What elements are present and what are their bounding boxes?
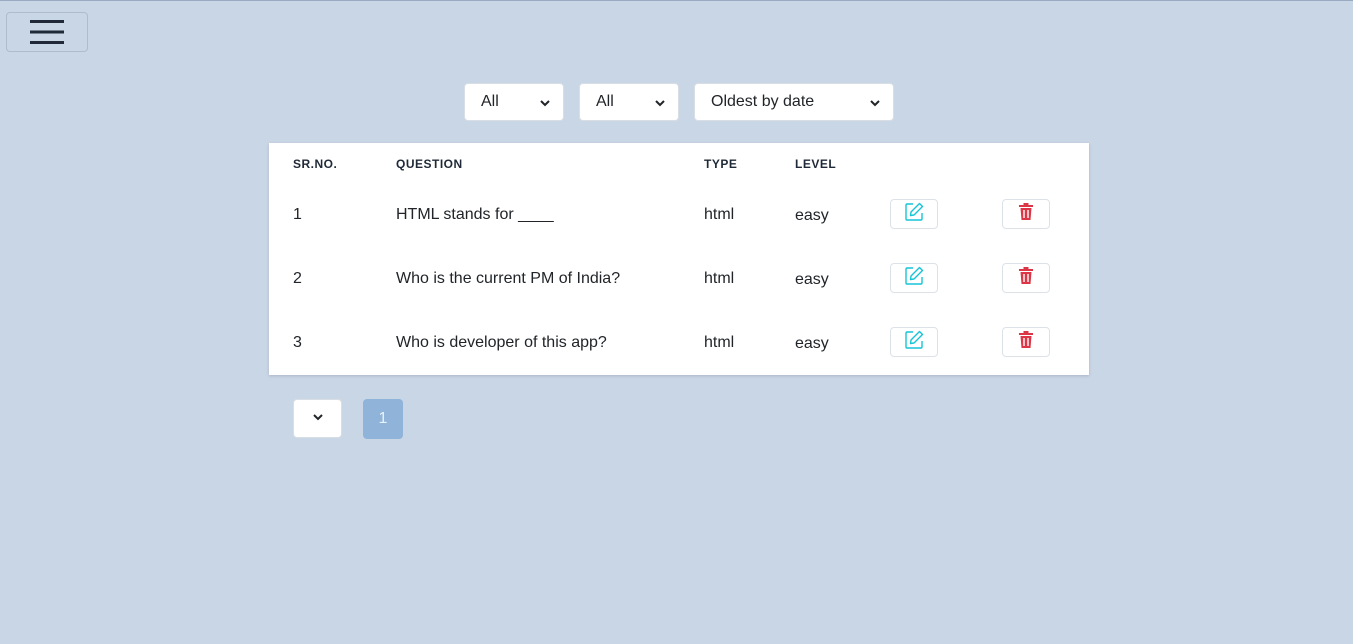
row-srno: 2: [293, 270, 302, 287]
header-question: QUESTION: [396, 157, 463, 171]
header-type: TYPE: [704, 157, 738, 171]
delete-button[interactable]: [1002, 199, 1050, 229]
row-type: html: [704, 270, 735, 287]
row-srno: 1: [293, 206, 302, 223]
row-question: HTML stands for ____: [396, 206, 554, 223]
edit-button[interactable]: [890, 263, 938, 293]
type-filter-value: All: [481, 93, 499, 110]
header-level: LEVEL: [795, 157, 837, 171]
chevron-down-icon: [312, 410, 324, 428]
row-level: easy: [795, 207, 829, 224]
edit-icon: [904, 266, 924, 291]
chevron-down-icon: [539, 96, 551, 114]
sort-value: Oldest by date: [711, 93, 815, 110]
row-type: html: [704, 206, 735, 223]
header-srno: SR.NO.: [293, 157, 338, 171]
filter-bar: All All Oldest by date: [0, 83, 1353, 123]
edit-icon: [904, 202, 924, 227]
chevron-down-icon: [654, 96, 666, 114]
trash-icon: [1018, 331, 1034, 353]
questions-table: SR.NO. QUESTION TYPE LEVEL 1 HTML stands…: [269, 143, 1089, 375]
page-size-select[interactable]: [293, 399, 342, 438]
edit-icon: [904, 330, 924, 355]
chevron-down-icon: [869, 96, 881, 114]
row-level: easy: [795, 335, 829, 352]
row-srno: 3: [293, 334, 302, 351]
page-button-active[interactable]: 1: [363, 399, 403, 439]
level-filter-select[interactable]: All: [579, 83, 679, 121]
sort-select[interactable]: Oldest by date: [694, 83, 894, 121]
delete-button[interactable]: [1002, 263, 1050, 293]
row-level: easy: [795, 271, 829, 288]
menu-toggle-button[interactable]: [6, 12, 88, 52]
row-question: Who is developer of this app?: [396, 334, 607, 351]
hamburger-icon: [30, 19, 64, 45]
level-filter-value: All: [596, 93, 614, 110]
type-filter-select[interactable]: All: [464, 83, 564, 121]
delete-button[interactable]: [1002, 327, 1050, 357]
edit-button[interactable]: [890, 199, 938, 229]
trash-icon: [1018, 203, 1034, 225]
trash-icon: [1018, 267, 1034, 289]
row-type: html: [704, 334, 735, 351]
edit-button[interactable]: [890, 327, 938, 357]
row-question: Who is the current PM of India?: [396, 270, 621, 287]
